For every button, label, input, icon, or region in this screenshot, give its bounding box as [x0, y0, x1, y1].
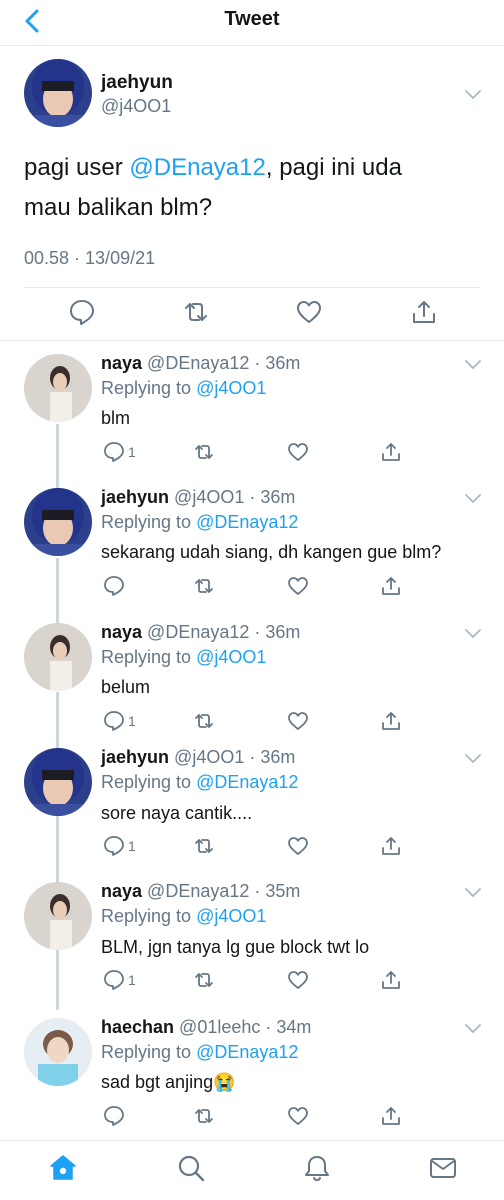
reply-icon[interactable] [103, 835, 125, 857]
bell-icon[interactable] [302, 1153, 332, 1183]
tweet-text: pagi user @DEnaya12, pagi ini uda mau ba… [24, 148, 484, 228]
retweet-icon[interactable] [182, 298, 210, 326]
heart-icon[interactable] [287, 710, 309, 732]
reply-text: sekarang udah siang, dh kangen gue blm? [101, 542, 442, 562]
avatar[interactable] [24, 1018, 92, 1086]
tweet-timestamp: 00.58 · 13/09/21 [24, 248, 156, 268]
reply-text: blm [101, 408, 131, 428]
avatar[interactable] [24, 488, 92, 556]
reply-meta: @DEnaya12 · 36m [147, 622, 301, 642]
mention-link[interactable]: @j4OO1 [196, 906, 266, 926]
reply-meta: @j4OO1 · 36m [174, 747, 296, 767]
mention-link[interactable]: @DEnaya12 [196, 1042, 298, 1062]
heart-icon[interactable] [287, 575, 309, 597]
reply-author-name[interactable]: haechan [101, 1017, 174, 1037]
reply-author-name[interactable]: naya [101, 622, 142, 642]
home-icon[interactable] [48, 1153, 78, 1183]
reply-author-name[interactable]: naya [101, 353, 142, 373]
replying-to-label: Replying to [101, 512, 197, 532]
chevron-down-icon[interactable] [465, 494, 481, 504]
tweet-text-part: , pagi ini uda [265, 154, 402, 181]
replying-to-label: Replying to [101, 378, 197, 398]
reply-tweet[interactable]: jaehyun @j4OO1 · 36m Replying to @DEnaya… [0, 475, 504, 609]
tweet-text-part: mau balikan blm? [24, 194, 213, 221]
reply-tweet[interactable]: haechan @01leehc · 34m Replying to @DEna… [0, 1004, 504, 1140]
avatar[interactable] [24, 748, 92, 816]
reply-count: 1 [128, 444, 136, 460]
chevron-down-icon[interactable] [465, 888, 481, 898]
reply-text: belum [101, 677, 151, 697]
reply-meta: @DEnaya12 · 36m [147, 353, 301, 373]
reply-icon[interactable] [103, 441, 125, 463]
chevron-down-icon[interactable] [465, 360, 481, 370]
reply-count: 1 [128, 838, 136, 854]
mention-link[interactable]: @DEnaya12 [129, 154, 265, 181]
reply-meta: @DEnaya12 · 35m [147, 881, 301, 901]
reply-count: 1 [128, 713, 136, 729]
divider [24, 287, 480, 288]
reply-count: 1 [128, 972, 136, 988]
share-icon[interactable] [380, 835, 402, 857]
mention-link[interactable]: @j4OO1 [196, 378, 266, 398]
author-handle[interactable]: @j4OO1 [101, 96, 171, 117]
share-icon[interactable] [380, 710, 402, 732]
reply-icon[interactable] [103, 575, 125, 597]
heart-icon[interactable] [287, 969, 309, 991]
bottom-tab-bar [0, 1140, 504, 1200]
retweet-icon[interactable] [193, 441, 215, 463]
share-icon[interactable] [380, 441, 402, 463]
reply-icon[interactable] [103, 969, 125, 991]
retweet-icon[interactable] [193, 575, 215, 597]
chevron-down-icon[interactable] [465, 1024, 481, 1034]
mention-link[interactable]: @j4OO1 [196, 647, 266, 667]
retweet-icon[interactable] [193, 969, 215, 991]
reply-meta: @01leehc · 34m [179, 1017, 312, 1037]
reply-author-name[interactable]: jaehyun [101, 487, 169, 507]
replying-to-label: Replying to [101, 647, 197, 667]
avatar[interactable] [24, 354, 92, 422]
mention-link[interactable]: @DEnaya12 [196, 772, 298, 792]
chevron-down-icon[interactable] [465, 90, 481, 100]
retweet-icon[interactable] [193, 710, 215, 732]
avatar[interactable] [24, 882, 92, 950]
replying-to-label: Replying to [101, 906, 197, 926]
heart-icon[interactable] [287, 441, 309, 463]
heart-icon[interactable] [295, 298, 323, 326]
page-title: Tweet [224, 8, 280, 30]
heart-icon[interactable] [287, 835, 309, 857]
reply-icon[interactable] [103, 710, 125, 732]
chevron-down-icon[interactable] [465, 754, 481, 764]
replying-to-label: Replying to [101, 1042, 197, 1062]
reply-text: BLM, jgn tanya lg gue block twt lo [101, 937, 370, 957]
author-name[interactable]: jaehyun [101, 72, 173, 94]
search-icon[interactable] [176, 1153, 206, 1183]
share-icon[interactable] [380, 575, 402, 597]
reply-icon[interactable] [68, 298, 96, 326]
reply-tweet[interactable]: jaehyun @j4OO1 · 36m Replying to @DEnaya… [0, 734, 504, 869]
reply-text: sad bgt anjing😭 [101, 1072, 236, 1092]
share-icon[interactable] [410, 298, 438, 326]
reply-icon[interactable] [103, 1105, 125, 1127]
heart-icon[interactable] [287, 1105, 309, 1127]
top-bar: Tweet [0, 0, 504, 46]
reply-tweet[interactable]: naya @DEnaya12 · 36m Replying to @j4OO1 … [0, 340, 504, 475]
avatar[interactable] [24, 59, 92, 127]
mail-icon[interactable] [428, 1153, 458, 1183]
reply-tweet[interactable]: naya @DEnaya12 · 36m Replying to @j4OO1 … [0, 609, 504, 734]
retweet-icon[interactable] [193, 1105, 215, 1127]
reply-text: sore naya cantik.... [101, 803, 253, 823]
retweet-icon[interactable] [193, 835, 215, 857]
tweet-text-part: pagi user [24, 154, 130, 181]
reply-author-name[interactable]: naya [101, 881, 142, 901]
reply-author-name[interactable]: jaehyun [101, 747, 169, 767]
chevron-down-icon[interactable] [465, 629, 481, 639]
reply-meta: @j4OO1 · 36m [174, 487, 296, 507]
share-icon[interactable] [380, 1105, 402, 1127]
replying-to-label: Replying to [101, 772, 197, 792]
mention-link[interactable]: @DEnaya12 [196, 512, 298, 532]
reply-tweet[interactable]: naya @DEnaya12 · 35m Replying to @j4OO1 … [0, 869, 504, 1004]
avatar[interactable] [24, 623, 92, 691]
share-icon[interactable] [380, 969, 402, 991]
